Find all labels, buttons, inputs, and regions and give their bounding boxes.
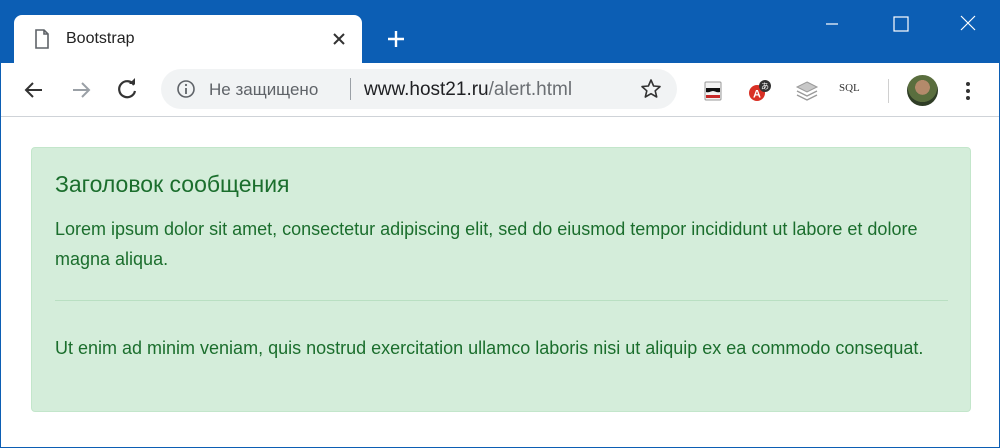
incognito-mask-extension-icon[interactable] bbox=[700, 78, 726, 104]
omnibox-divider bbox=[350, 78, 351, 100]
alert-divider bbox=[55, 300, 948, 301]
url-text[interactable]: www.host21.ru/alert.html bbox=[364, 79, 572, 101]
tab-title: Bootstrap bbox=[66, 30, 135, 47]
svg-text:A: A bbox=[753, 89, 761, 101]
layers-extension-icon[interactable] bbox=[794, 78, 820, 104]
forward-arrow-icon[interactable] bbox=[68, 77, 94, 103]
page-content: Заголовок сообщения Lorem ipsum dolor si… bbox=[1, 118, 999, 447]
title-bar: Bootstrap bbox=[1, 1, 999, 63]
document-icon bbox=[35, 29, 49, 49]
svg-text:あ: あ bbox=[761, 82, 769, 91]
toolbar-divider bbox=[888, 79, 889, 103]
back-arrow-icon[interactable] bbox=[21, 77, 47, 103]
bookmark-star-icon[interactable] bbox=[640, 78, 662, 100]
new-tab-icon[interactable] bbox=[384, 27, 408, 51]
success-alert: Заголовок сообщения Lorem ipsum dolor si… bbox=[31, 147, 971, 412]
maximize-icon[interactable] bbox=[877, 9, 923, 39]
browser-toolbar: Не защищено www.host21.ru/alert.html A あ… bbox=[1, 63, 999, 117]
window-close-icon[interactable] bbox=[945, 9, 991, 39]
alert-heading: Заголовок сообщения bbox=[55, 171, 290, 197]
security-status-label: Не защищено bbox=[209, 80, 319, 99]
url-path: /alert.html bbox=[488, 79, 573, 100]
info-icon[interactable] bbox=[176, 79, 196, 99]
minimize-icon[interactable] bbox=[809, 9, 855, 39]
alert-paragraph-2: Ut enim ad minim veniam, quis nostrud ex… bbox=[55, 338, 924, 358]
sql-extension-button[interactable]: SQL bbox=[839, 82, 860, 94]
tab-bootstrap[interactable]: Bootstrap bbox=[14, 15, 362, 63]
close-tab-icon[interactable] bbox=[329, 29, 349, 49]
url-host: www.host21.ru bbox=[364, 79, 489, 100]
reload-icon[interactable] bbox=[114, 77, 140, 103]
alert-paragraph-1: Lorem ipsum dolor sit amet, consectetur … bbox=[55, 219, 918, 269]
browser-window: Bootstrap Не защищено www.host21.ru/aler… bbox=[0, 0, 1000, 448]
profile-avatar[interactable] bbox=[907, 75, 938, 106]
address-bar[interactable]: Не защищено www.host21.ru/alert.html bbox=[161, 69, 677, 109]
translate-extension-icon[interactable]: A あ bbox=[747, 78, 773, 104]
menu-kebab-icon[interactable] bbox=[959, 79, 977, 103]
